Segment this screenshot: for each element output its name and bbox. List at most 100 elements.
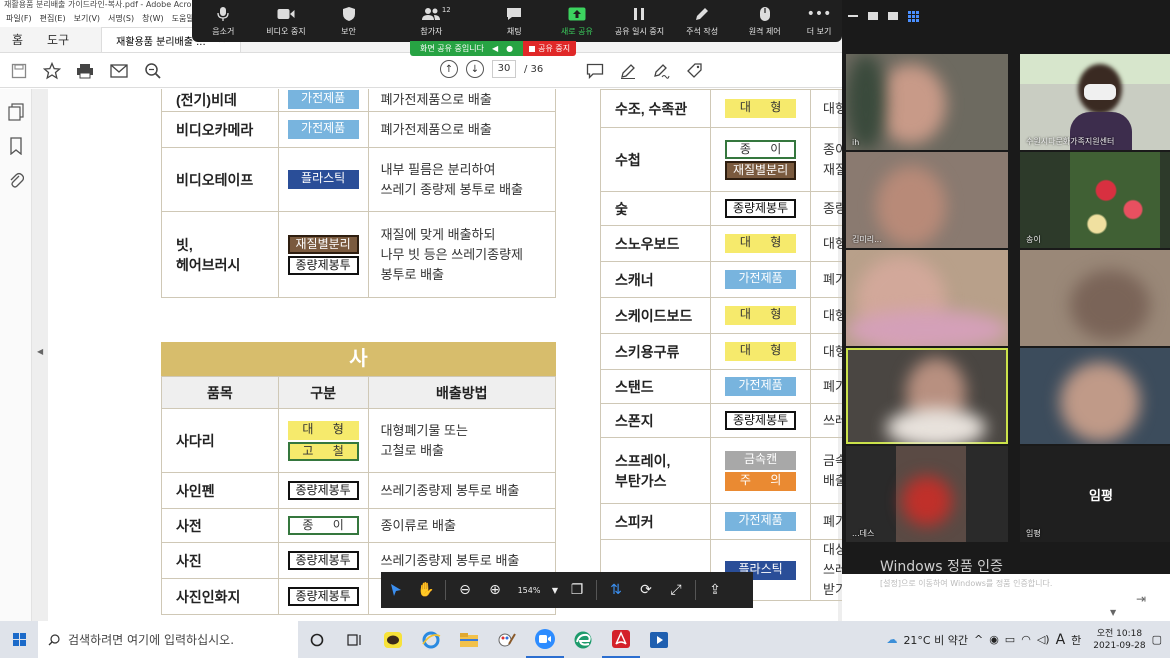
chat-button[interactable]: 채팅 — [483, 4, 546, 37]
stop-share-button[interactable]: 공유 중지 — [523, 41, 577, 56]
category-badge: 종량제봉투 — [287, 255, 359, 275]
save-icon[interactable] — [10, 62, 28, 80]
more-button[interactable]: ••• 더 보기 — [796, 4, 842, 37]
prev-page-button[interactable]: ↑ — [440, 60, 458, 78]
taskbar-search-box[interactable]: 검색하려면 여기에 입력하십시오. — [38, 621, 298, 658]
show-hidden-icons-icon[interactable]: ^ — [974, 633, 983, 646]
gallery-view-icon[interactable] — [908, 10, 919, 22]
notification-icon[interactable]: ▢ — [1152, 633, 1162, 646]
search-zoom-icon[interactable] — [144, 62, 162, 80]
menu-view[interactable]: 보기(V) — [74, 13, 100, 24]
annotate-button[interactable]: 주석 작성 — [671, 4, 734, 37]
task-view-icon[interactable] — [336, 621, 374, 658]
file-explorer-icon[interactable] — [450, 621, 488, 658]
minimize-icon[interactable] — [848, 15, 858, 17]
video-tile[interactable]: ...데스 — [846, 446, 1008, 542]
stop-video-button[interactable]: 비디오 중지 — [255, 4, 318, 37]
rotate-icon[interactable]: ⟳ — [631, 572, 661, 608]
remote-control-button[interactable]: 원격 제어 — [733, 4, 796, 37]
video-tile[interactable]: 임평 임평 — [1020, 446, 1170, 542]
sign-icon[interactable] — [652, 62, 670, 80]
tab-home[interactable]: 홈 — [0, 27, 35, 52]
video-tile[interactable]: 송이 — [1020, 152, 1170, 248]
pages-icon[interactable] — [8, 103, 24, 121]
ie-icon[interactable] — [412, 621, 450, 658]
clock[interactable]: 오전 10:18 2021-09-28 — [1093, 628, 1145, 652]
disposal-method: 대형 — [810, 297, 842, 334]
zoom-in-icon[interactable]: ⊕ — [480, 572, 510, 608]
category-badge: 대 형 — [725, 99, 797, 118]
video-tile[interactable]: 수원시다문화가족지원센터 — [1020, 54, 1170, 150]
table-row: 스폰지 종량제봉투 쓰레 — [599, 403, 842, 438]
security-button[interactable]: 보안 — [317, 4, 380, 37]
ime-mode[interactable]: A — [1056, 632, 1066, 648]
highlight-pen-icon[interactable] — [619, 62, 637, 80]
language-indicator[interactable]: 한 — [1071, 632, 1081, 648]
expand-panel-icon[interactable]: ⇥ — [1136, 592, 1146, 606]
menu-edit[interactable]: 편집(E) — [40, 13, 66, 24]
edge-icon[interactable] — [564, 621, 602, 658]
select-cursor-icon[interactable] — [381, 572, 411, 608]
battery-icon[interactable]: ▭ — [1005, 633, 1015, 646]
acrobat-icon[interactable] — [602, 621, 640, 658]
tab-tools[interactable]: 도구 — [35, 27, 81, 52]
zoom-dropdown-icon[interactable]: ▼ — [548, 572, 562, 608]
disposal-method: 대형 — [810, 89, 842, 128]
menu-file[interactable]: 파일(F) — [6, 13, 32, 24]
wifi-icon[interactable]: ◠ — [1021, 633, 1031, 646]
pause-share-button[interactable]: 공유 일시 중지 — [608, 4, 671, 37]
category-badge: 재질별분리 — [287, 234, 359, 254]
mute-label: 음소거 — [212, 27, 235, 36]
page-number-input[interactable]: 30 — [492, 60, 516, 78]
collapse-panel-icon[interactable]: ◀ — [37, 347, 43, 356]
video-tile[interactable] — [1020, 348, 1170, 444]
col-header-item: 품목 — [161, 376, 279, 409]
disposal-method-line: 내부 필름은 분리하여 — [380, 161, 496, 177]
cortana-icon[interactable] — [298, 621, 336, 658]
video-tile[interactable] — [1020, 250, 1170, 346]
read-mode-icon[interactable]: ⇪ — [700, 572, 730, 608]
network-icon[interactable]: ◉ — [989, 633, 999, 646]
new-share-button[interactable]: 새로 공유 — [546, 4, 609, 37]
share-file-icon[interactable] — [686, 62, 704, 80]
zoom-out-icon[interactable]: ⊖ — [450, 572, 480, 608]
attachment-icon[interactable] — [8, 171, 25, 189]
menu-sign[interactable]: 서명(S) — [108, 13, 134, 24]
zoom-app-icon[interactable] — [526, 621, 564, 658]
disposal-method-line: 대상 — [823, 542, 842, 557]
comment-icon[interactable] — [586, 62, 604, 80]
media-player-icon[interactable] — [640, 621, 678, 658]
scroll-down-icon[interactable]: ▼ — [1110, 608, 1116, 617]
category-cell: 종량제봉투 — [710, 191, 812, 226]
window-icon[interactable] — [868, 12, 878, 20]
hand-tool-icon[interactable]: ✋ — [411, 572, 441, 608]
paint-icon[interactable] — [488, 621, 526, 658]
category-cell: 대 형 — [710, 225, 812, 262]
bookmark-icon[interactable] — [8, 137, 24, 156]
participants-button[interactable]: 12 참가자 — [380, 4, 483, 37]
video-tile[interactable]: ih — [846, 54, 1008, 150]
menu-window[interactable]: 창(W) — [142, 13, 164, 24]
kakaotalk-icon[interactable] — [374, 621, 412, 658]
video-tile[interactable]: 김미리... — [846, 152, 1008, 248]
start-button[interactable] — [0, 621, 38, 658]
print-icon[interactable] — [76, 62, 94, 80]
bookmark-star-icon[interactable] — [43, 62, 61, 80]
category-cell: 가전제품 — [710, 503, 812, 540]
category-badge: 종 이 — [287, 516, 359, 535]
video-tile[interactable] — [846, 250, 1008, 346]
window-icon-2[interactable] — [888, 12, 898, 20]
weather-text[interactable]: 21°C 비 약간 — [903, 632, 968, 648]
disposal-method-line: 폐가전제품으로 배출 — [380, 91, 492, 107]
next-page-button[interactable]: ↓ — [466, 60, 484, 78]
category-cell: 종량제봉투 — [277, 542, 369, 579]
fit-page-icon[interactable]: ⤢ — [661, 572, 691, 608]
mute-button[interactable]: 음소거 — [192, 4, 255, 37]
mail-icon[interactable] — [110, 62, 128, 80]
item-name-line: 스캐너 — [615, 271, 654, 288]
zoom-level[interactable]: 154% — [510, 586, 548, 595]
scroll-mode-icon[interactable]: ⇅ — [601, 572, 631, 608]
page-display-icon[interactable]: ❐ — [562, 572, 592, 608]
volume-icon[interactable]: ◁) — [1037, 633, 1050, 646]
video-tile-speaking[interactable] — [846, 348, 1008, 444]
